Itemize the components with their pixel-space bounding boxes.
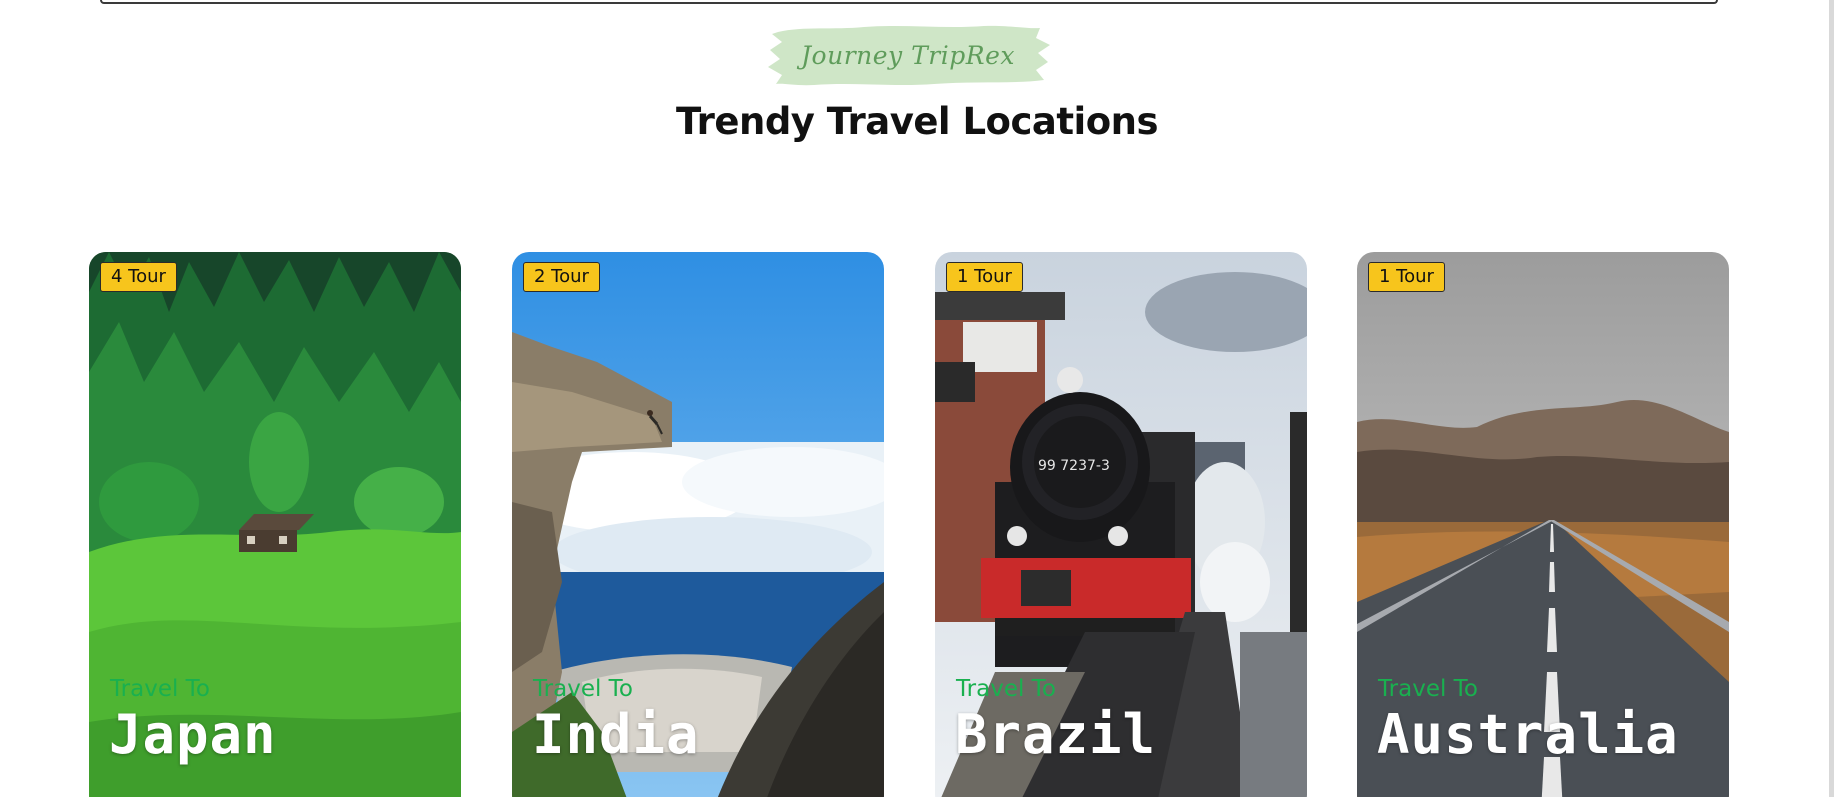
svg-text:99 7237-3: 99 7237-3 — [1038, 458, 1110, 474]
tour-count-badge: 1 Tour — [1368, 262, 1445, 292]
destination-name[interactable]: India — [532, 703, 700, 766]
destination-name[interactable]: Japan — [109, 703, 277, 766]
travel-to-label: Travel To — [533, 676, 633, 702]
travel-to-label: Travel To — [956, 676, 1056, 702]
tour-count-badge: 2 Tour — [523, 262, 600, 292]
destination-name[interactable]: Australia — [1377, 703, 1679, 766]
tour-count-badge: 4 Tour — [100, 262, 177, 292]
brand-tagline: Journey TripRex — [764, 20, 1052, 90]
section-title: Trendy Travel Locations — [675, 100, 1159, 143]
header-bottom-border — [100, 0, 1718, 4]
travel-to-label: Travel To — [110, 676, 210, 702]
destination-card-brazil[interactable]: 99 7237-3 1 Tour Travel To Brazil — [935, 252, 1307, 797]
destination-name[interactable]: Brazil — [955, 703, 1156, 766]
brand-name: Journey TripRex — [801, 40, 1015, 70]
destination-card-india[interactable]: 2 Tour Travel To India — [512, 252, 884, 797]
destination-card-japan[interactable]: 4 Tour Travel To Japan — [89, 252, 461, 797]
travel-to-label: Travel To — [1378, 676, 1478, 702]
tour-count-badge: 1 Tour — [946, 262, 1023, 292]
destination-card-australia[interactable]: 1 Tour Travel To Australia — [1357, 252, 1729, 797]
